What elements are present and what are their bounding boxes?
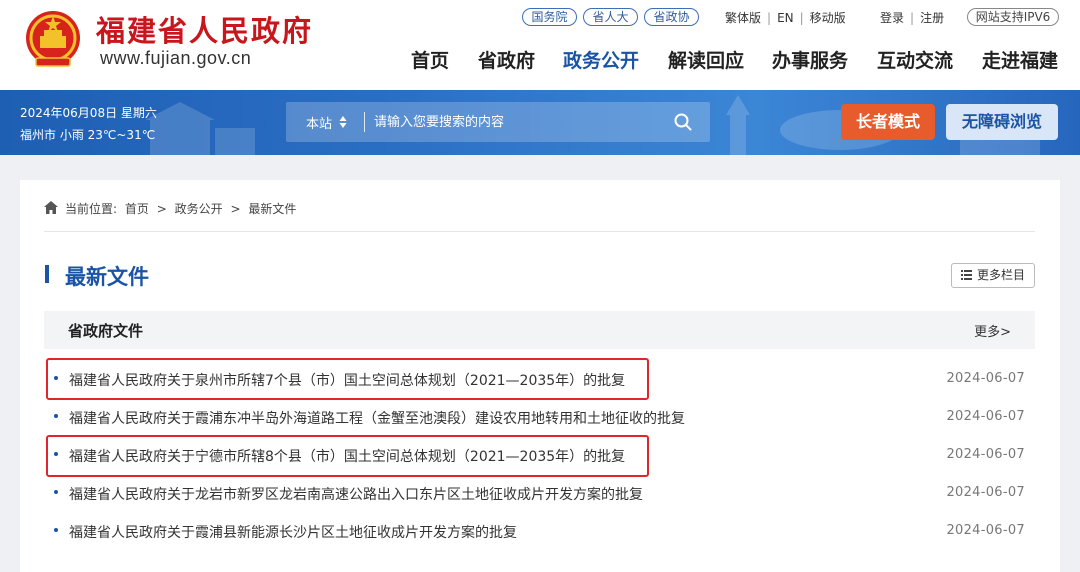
national-emblem-icon[interactable] (22, 8, 84, 72)
list-item[interactable]: 福建省人民政府关于龙岩市新罗区龙岩南高速公路出入口东片区土地征收成片开发方案的批… (44, 474, 1035, 512)
breadcrumb: 当前位置: 首页 > 政务公开 > 最新文件 (65, 200, 300, 217)
nav-services[interactable]: 办事服务 (772, 46, 848, 73)
sort-arrows-icon[interactable] (339, 113, 347, 131)
highlight-box (46, 435, 649, 477)
link-traditional[interactable]: 繁体版 (725, 11, 761, 25)
site-name[interactable]: 福建省人民政府 (96, 8, 313, 50)
document-title[interactable]: 福建省人民政府关于霞浦县新能源长沙片区土地征收成片开发方案的批复 (69, 522, 517, 542)
separator: | (799, 11, 804, 25)
breadcrumb-gov-affairs[interactable]: 政务公开 (175, 202, 223, 216)
document-date: 2024-06-07 (946, 485, 1025, 500)
more-columns-label: 更多栏目 (977, 268, 1026, 282)
site-url[interactable]: www.fujian.gov.cn (100, 48, 251, 69)
link-state-council[interactable]: 国务院 (522, 8, 577, 26)
more-columns-button[interactable]: 更多栏目 (951, 263, 1035, 288)
bullet-icon (54, 528, 58, 532)
document-date: 2024-06-07 (946, 409, 1025, 424)
breadcrumb-current[interactable]: 最新文件 (248, 202, 296, 216)
link-provincial-cppcc[interactable]: 省政协 (644, 8, 699, 26)
register-link[interactable]: 注册 (920, 11, 944, 25)
subsection-title: 省政府文件 (68, 322, 144, 340)
accessibility-button[interactable]: 无障碍浏览 (946, 104, 1058, 140)
nav-interaction[interactable]: 互动交流 (877, 46, 953, 73)
search-scope-select[interactable]: 本站 (306, 113, 332, 132)
section-title: 最新文件 (65, 265, 149, 289)
document-date: 2024-06-07 (946, 447, 1025, 462)
separator: | (910, 11, 915, 25)
link-provincial-congress[interactable]: 省人大 (583, 8, 638, 26)
search-input[interactable] (374, 111, 664, 133)
content-card: 当前位置: 首页 > 政务公开 > 最新文件 最新文件 更多栏目 省政府文件 更… (20, 180, 1060, 572)
home-icon (44, 201, 58, 214)
highlight-box (46, 358, 649, 400)
ipv6-badge: 网站支持IPV6 (967, 8, 1059, 26)
document-title[interactable]: 福建省人民政府关于龙岩市新罗区龙岩南高速公路出入口东片区土地征收成片开发方案的批… (69, 484, 643, 504)
search-banner: 2024年06月08日 星期六 福州市 小雨 23℃~31℃ 本站 长者模式 无… (0, 90, 1080, 155)
search-bar: 本站 (286, 102, 710, 142)
list-icon (961, 270, 972, 280)
bullet-icon (54, 414, 58, 418)
separator: | (767, 11, 772, 25)
breadcrumb-separator: > (230, 202, 241, 216)
login-link[interactable]: 登录 (880, 11, 904, 25)
link-english[interactable]: EN (777, 11, 794, 25)
list-item[interactable]: 福建省人民政府关于霞浦东冲半岛外海道路工程（金蟹至池澳段）建设农用地转用和土地征… (44, 398, 1035, 436)
breadcrumb-prefix: 当前位置: (65, 202, 118, 216)
nav-about-fujian[interactable]: 走进福建 (982, 46, 1058, 73)
search-divider (364, 112, 365, 132)
document-title[interactable]: 福建省人民政府关于霞浦东冲半岛外海道路工程（金蟹至池澳段）建设农用地转用和土地征… (69, 408, 685, 428)
elder-mode-button[interactable]: 长者模式 (841, 104, 935, 140)
subsection-header: 省政府文件 更多> (44, 311, 1035, 349)
site-header: 福建省人民政府 www.fujian.gov.cn 国务院 省人大 省政协 繁体… (0, 0, 1080, 90)
search-icon[interactable] (674, 113, 692, 131)
bullet-icon (54, 490, 58, 494)
current-date: 2024年06月08日 星期六 (20, 106, 157, 120)
nav-gov-affairs[interactable]: 政务公开 (563, 46, 639, 73)
nav-home[interactable]: 首页 (411, 46, 449, 73)
breadcrumb-separator: > (156, 202, 167, 216)
link-mobile[interactable]: 移动版 (810, 11, 846, 25)
list-item[interactable]: 福建省人民政府关于霞浦县新能源长沙片区土地征收成片开发方案的批复 2024-06… (44, 512, 1035, 550)
document-date: 2024-06-07 (946, 523, 1025, 538)
account-links: 登录 | 注册 (880, 9, 944, 26)
breadcrumb-home[interactable]: 首页 (125, 202, 149, 216)
nav-interpretation[interactable]: 解读回应 (668, 46, 744, 73)
document-date: 2024-06-07 (946, 371, 1025, 386)
more-link[interactable]: 更多> (974, 321, 1011, 340)
language-links: 繁体版 | EN | 移动版 (725, 9, 846, 26)
section-marker (45, 265, 49, 283)
divider (44, 231, 1035, 232)
nav-provincial-gov[interactable]: 省政府 (478, 46, 535, 73)
weather-info: 福州市 小雨 23℃~31℃ (20, 128, 156, 142)
